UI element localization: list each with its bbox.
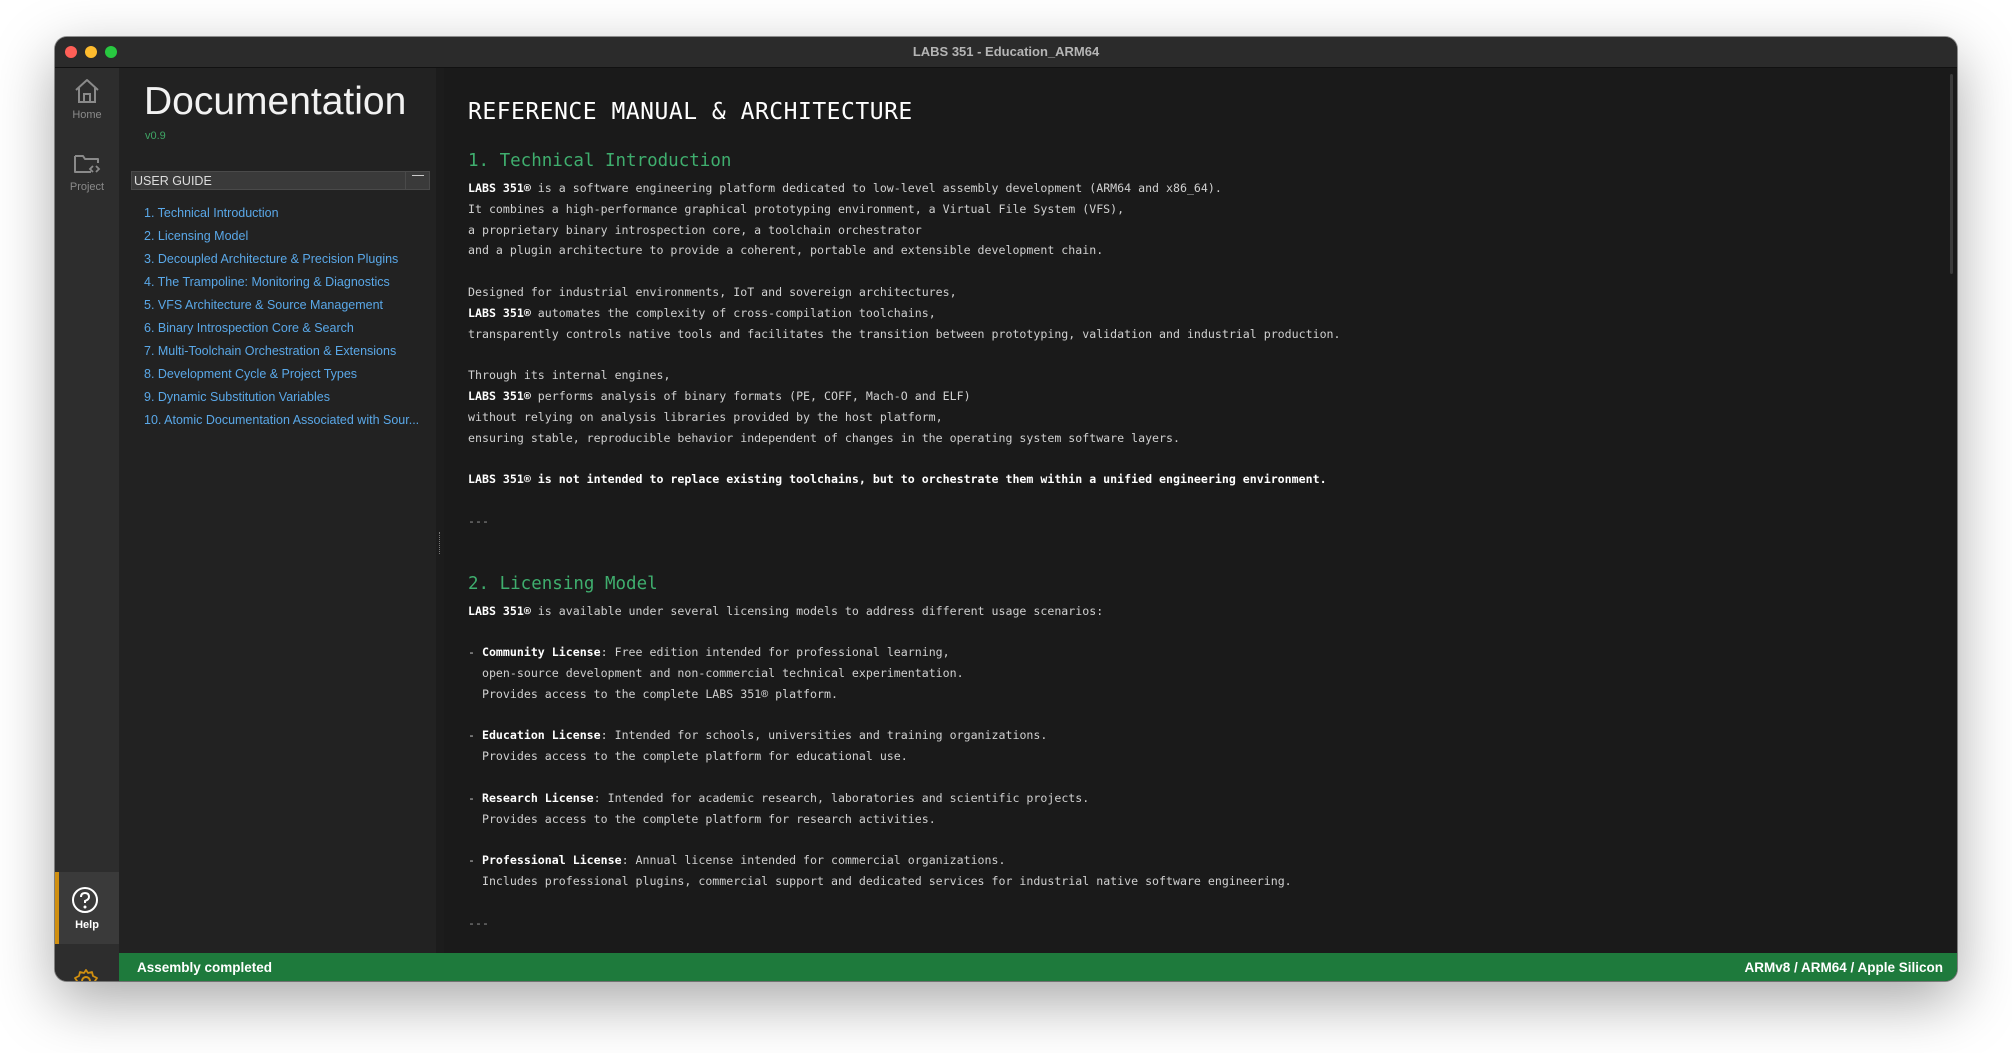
section-2-title: 2. Licensing Model [468, 573, 658, 594]
target-architecture: ARMv8 / ARM64 / Apple Silicon [1744, 960, 1943, 975]
sidebar-resize-handle[interactable] [436, 68, 444, 953]
paragraph-line: a proprietary binary introspection core,… [468, 222, 922, 237]
app-window: LABS 351 - Education_ARM64 Home Project [55, 37, 1957, 981]
brand-name: LABS 351® [468, 181, 531, 195]
toc-item[interactable]: 1. Technical Introduction [144, 202, 429, 225]
activity-project[interactable]: Project [55, 148, 119, 214]
settings-gear-icon [74, 969, 98, 981]
table-of-contents: 1. Technical Introduction 2. Licensing M… [144, 202, 429, 432]
license-detail: Provides access to the complete platform… [481, 811, 936, 826]
separator: --- [468, 513, 489, 528]
document-body: REFERENCE MANUAL & ARCHITECTURE 1. Techn… [468, 96, 1928, 933]
activity-home[interactable]: Home [55, 76, 119, 142]
window-title: LABS 351 - Education_ARM64 [912, 44, 1100, 59]
license-detail: Includes professional plugins, commercia… [481, 873, 1292, 888]
toc-item[interactable]: 8. Development Cycle & Project Types [144, 363, 429, 386]
documentation-content-pane: REFERENCE MANUAL & ARCHITECTURE 1. Techn… [444, 68, 1957, 953]
emphasis-line: LABS 351® is not intended to replace exi… [468, 472, 1327, 487]
toc-item[interactable]: 10. Atomic Documentation Associated with… [144, 409, 429, 432]
build-status: Assembly completed [137, 960, 273, 975]
license-item: - Professional License: Annual license i… [468, 853, 1006, 868]
license-detail: open-source development and non-commerci… [481, 665, 964, 680]
license-name: Professional License [481, 853, 622, 868]
activity-settings[interactable] [55, 960, 119, 981]
user-guide-section-header[interactable]: USER GUIDE [131, 171, 430, 190]
paragraph-line: and a plugin architecture to provide a c… [468, 243, 1104, 258]
brand-name: LABS 351® [468, 603, 531, 618]
toc-item[interactable]: 6. Binary Introspection Core & Search [144, 317, 429, 340]
help-label: Help [75, 919, 99, 931]
paragraph-line: LABS 351® is a software engineering plat… [468, 181, 1222, 195]
license-name: Education License [481, 728, 601, 743]
activity-help[interactable]: Help [55, 872, 119, 944]
paragraph-line: ensuring stable, reproducible behavior i… [468, 430, 1180, 445]
document-heading: REFERENCE MANUAL & ARCHITECTURE [468, 99, 913, 125]
license-item: - Education License: Intended for school… [468, 728, 1048, 743]
folder-code-icon [74, 155, 101, 173]
status-bar: Assembly completed ARMv8 / ARM64 / Apple… [119, 953, 1957, 981]
toc-item[interactable]: 5. VFS Architecture & Source Management [144, 294, 429, 317]
sidebar-title: Documentation [144, 80, 407, 123]
version-label: v0.9 [145, 130, 166, 142]
home-label: Home [72, 109, 102, 121]
brand-name: LABS 351® [468, 305, 531, 320]
toc-item[interactable]: 9. Dynamic Substitution Variables [144, 386, 429, 409]
license-name: Community License [481, 645, 601, 660]
brand-name: LABS 351® [468, 388, 531, 403]
license-detail: Provides access to the complete platform… [481, 749, 908, 764]
paragraph-line: LABS 351® performs analysis of binary fo… [468, 388, 971, 403]
license-name: Research License [481, 790, 594, 805]
help-icon [72, 887, 98, 913]
license-detail: Provides access to the complete LABS 351… [481, 686, 838, 701]
collapse-icon[interactable] [405, 171, 429, 190]
content-scrollbar[interactable] [1950, 74, 1953, 274]
toc-item[interactable]: 2. Licensing Model [144, 225, 429, 248]
paragraph-line: Designed for industrial environments, Io… [468, 284, 957, 299]
section-label: USER GUIDE [134, 174, 212, 188]
toc-item[interactable]: 7. Multi-Toolchain Orchestration & Exten… [144, 340, 429, 363]
toc-item[interactable]: 4. The Trampoline: Monitoring & Diagnost… [144, 271, 429, 294]
paragraph-line: without relying on analysis libraries pr… [468, 409, 943, 424]
title-bar: LABS 351 - Education_ARM64 [55, 37, 1957, 68]
license-item: - Research License: Intended for academi… [468, 790, 1090, 805]
activity-bar: Home Project Help [55, 68, 119, 981]
paragraph-line: LABS 351® automates the complexity of cr… [468, 305, 936, 320]
toc-item[interactable]: 3. Decoupled Architecture & Precision Pl… [144, 248, 429, 271]
home-icon [75, 79, 99, 103]
documentation-sidebar: Documentation v0.9 USER GUIDE 1. Technic… [119, 68, 436, 953]
separator: --- [468, 915, 489, 930]
license-item: - Community License: Free edition intend… [468, 645, 950, 660]
project-label: Project [69, 181, 105, 193]
paragraph-line: Through its internal engines, [468, 368, 671, 383]
paragraph-line: LABS 351® is available under several lic… [468, 603, 1104, 618]
section-1-title: 1. Technical Introduction [468, 151, 732, 171]
paragraph-line: transparently controls native tools and … [468, 326, 1341, 341]
paragraph-line: It combines a high-performance graphical… [468, 201, 1125, 216]
